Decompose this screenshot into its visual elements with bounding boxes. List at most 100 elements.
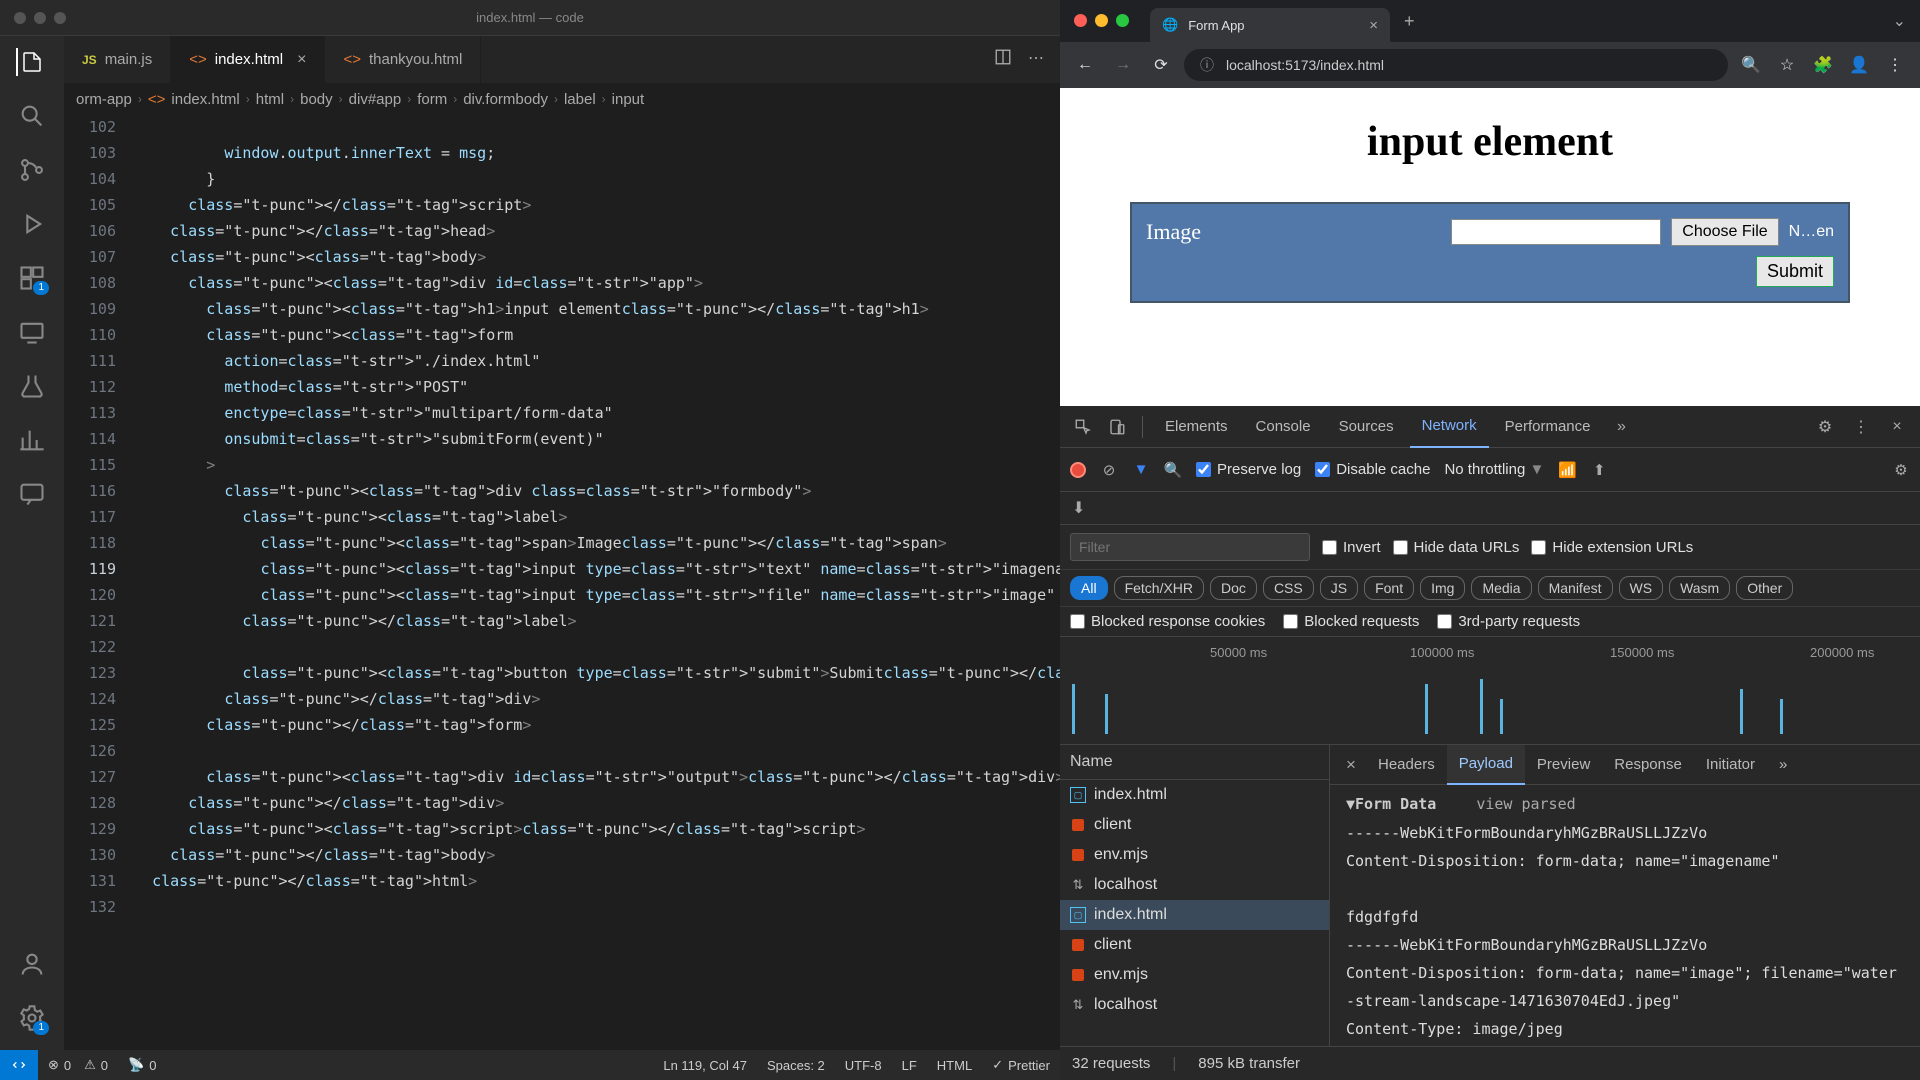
chevron-down-icon[interactable]: ⌄ (1893, 11, 1906, 31)
new-tab-icon[interactable]: + (1404, 11, 1415, 32)
view-parsed-link[interactable]: view parsed (1476, 795, 1575, 813)
tab-sources[interactable]: Sources (1327, 406, 1406, 448)
tab-network[interactable]: Network (1410, 406, 1489, 448)
tab-main-js[interactable]: JSmain.js (64, 36, 171, 84)
invert-checkbox[interactable]: Invert (1322, 539, 1381, 556)
language-status[interactable]: HTML (927, 1057, 982, 1073)
tab-thankyou-html[interactable]: <>thankyou.html (325, 36, 481, 84)
preserve-log-checkbox[interactable]: Preserve log (1196, 461, 1301, 478)
name-column-header[interactable]: Name (1060, 745, 1329, 780)
type-pill-media[interactable]: Media (1471, 576, 1531, 600)
imagename-input[interactable] (1451, 219, 1661, 245)
tab-elements[interactable]: Elements (1153, 406, 1240, 448)
tab-headers[interactable]: Headers (1366, 745, 1447, 785)
device-icon[interactable] (1102, 412, 1132, 442)
code-editor[interactable]: 1021031041051061071081091101111121131141… (64, 114, 1060, 1050)
window-controls[interactable] (14, 12, 66, 24)
request-row[interactable]: ⇅localhost (1060, 870, 1329, 900)
profile-icon[interactable]: 👤 (1844, 50, 1874, 80)
extensions-icon[interactable]: 🧩 (1808, 50, 1838, 80)
type-pill-font[interactable]: Font (1364, 576, 1414, 600)
encoding-status[interactable]: UTF-8 (835, 1057, 892, 1073)
bookmark-icon[interactable]: ☆ (1772, 50, 1802, 80)
clear-icon[interactable]: ⊘ (1100, 461, 1118, 479)
split-editor-icon[interactable] (994, 48, 1012, 71)
breadcrumb[interactable]: orm-app› <>index.html› html› body› div#a… (64, 84, 1060, 114)
comments-icon[interactable] (18, 480, 46, 508)
request-row[interactable]: ▢index.html (1060, 780, 1329, 810)
address-bar[interactable]: ⓘ localhost:5173/index.html (1184, 49, 1728, 81)
devtools-close-icon[interactable]: × (1882, 412, 1912, 442)
close-tab-icon[interactable]: × (1369, 17, 1378, 34)
cursor-position[interactable]: Ln 119, Col 47 (653, 1057, 757, 1073)
tab-initiator[interactable]: Initiator (1694, 745, 1767, 785)
port-status[interactable]: 📡0 (118, 1057, 166, 1073)
export-icon[interactable]: ⬇ (1072, 498, 1085, 518)
type-pill-doc[interactable]: Doc (1210, 576, 1257, 600)
more-detail-tabs-icon[interactable]: » (1767, 745, 1799, 785)
type-pill-ws[interactable]: WS (1619, 576, 1664, 600)
remote-status-icon[interactable] (0, 1050, 38, 1080)
blocked-cookies-checkbox[interactable]: Blocked response cookies (1070, 613, 1265, 630)
request-row[interactable]: client (1060, 810, 1329, 840)
account-icon[interactable] (18, 950, 46, 978)
throttling-select[interactable]: No throttling ▼ (1444, 461, 1544, 478)
blocked-requests-checkbox[interactable]: Blocked requests (1283, 613, 1419, 630)
close-detail-icon[interactable]: × (1336, 755, 1366, 775)
more-icon[interactable]: ⋯ (1028, 48, 1044, 71)
network-settings-icon[interactable]: ⚙ (1892, 461, 1910, 479)
browser-tab[interactable]: 🌐 Form App × (1150, 8, 1390, 42)
record-button[interactable] (1070, 462, 1086, 478)
request-row[interactable]: ▢index.html (1060, 900, 1329, 930)
type-pill-wasm[interactable]: Wasm (1669, 576, 1730, 600)
more-tabs-icon[interactable]: » (1607, 412, 1637, 442)
remote-icon[interactable] (18, 318, 46, 346)
type-pill-js[interactable]: JS (1320, 576, 1358, 600)
debug-icon[interactable] (18, 210, 46, 238)
chart-icon[interactable] (18, 426, 46, 454)
filter-input[interactable] (1070, 533, 1310, 561)
hide-data-urls-checkbox[interactable]: Hide data URLs (1393, 539, 1520, 556)
disable-cache-checkbox[interactable]: Disable cache (1315, 461, 1430, 478)
submit-button[interactable]: Submit (1756, 256, 1834, 287)
reload-button[interactable]: ⟳ (1146, 50, 1176, 80)
devtools-menu-icon[interactable]: ⋮ (1846, 412, 1876, 442)
third-party-checkbox[interactable]: 3rd-party requests (1437, 613, 1580, 630)
explorer-icon[interactable] (16, 48, 44, 76)
type-pill-manifest[interactable]: Manifest (1538, 576, 1613, 600)
type-pill-css[interactable]: CSS (1263, 576, 1314, 600)
close-icon[interactable]: × (297, 51, 306, 69)
filter-toggle-icon[interactable]: ▼ (1132, 461, 1150, 478)
back-button[interactable]: ← (1070, 50, 1100, 80)
tab-response[interactable]: Response (1602, 745, 1694, 785)
prettier-status[interactable]: ✓ Prettier (982, 1057, 1060, 1073)
eol-status[interactable]: LF (892, 1057, 927, 1073)
type-pill-fetch/xhr[interactable]: Fetch/XHR (1114, 576, 1204, 600)
hide-extension-urls-checkbox[interactable]: Hide extension URLs (1531, 539, 1693, 556)
tab-console[interactable]: Console (1244, 406, 1323, 448)
settings-icon[interactable]: 1 (18, 1004, 46, 1032)
errors-status[interactable]: ⊗0⚠0 (38, 1057, 118, 1073)
search-icon[interactable]: 🔍 (1164, 461, 1182, 479)
tab-performance[interactable]: Performance (1493, 406, 1603, 448)
type-pill-all[interactable]: All (1070, 576, 1108, 600)
extensions-icon[interactable]: 1 (18, 264, 46, 292)
search-icon[interactable] (18, 102, 46, 130)
devtools-settings-icon[interactable]: ⚙ (1810, 412, 1840, 442)
request-row[interactable]: env.mjs (1060, 960, 1329, 990)
request-row[interactable]: ⇅localhost (1060, 990, 1329, 1020)
request-row[interactable]: env.mjs (1060, 840, 1329, 870)
tab-payload[interactable]: Payload (1447, 745, 1525, 785)
menu-icon[interactable]: ⋮ (1880, 50, 1910, 80)
type-pill-other[interactable]: Other (1736, 576, 1793, 600)
choose-file-button[interactable]: Choose File (1671, 218, 1778, 246)
tab-index-html[interactable]: <>index.html× (171, 36, 325, 84)
network-timeline[interactable]: 50000 ms 100000 ms 150000 ms 200000 ms (1060, 637, 1920, 745)
type-pill-img[interactable]: Img (1420, 576, 1465, 600)
network-conditions-icon[interactable]: 📶 (1558, 461, 1576, 479)
browser-window-controls[interactable] (1074, 14, 1129, 27)
request-row[interactable]: client (1060, 930, 1329, 960)
import-icon[interactable]: ⬆ (1590, 461, 1608, 479)
zoom-icon[interactable]: 🔍 (1736, 50, 1766, 80)
inspect-icon[interactable] (1068, 412, 1098, 442)
